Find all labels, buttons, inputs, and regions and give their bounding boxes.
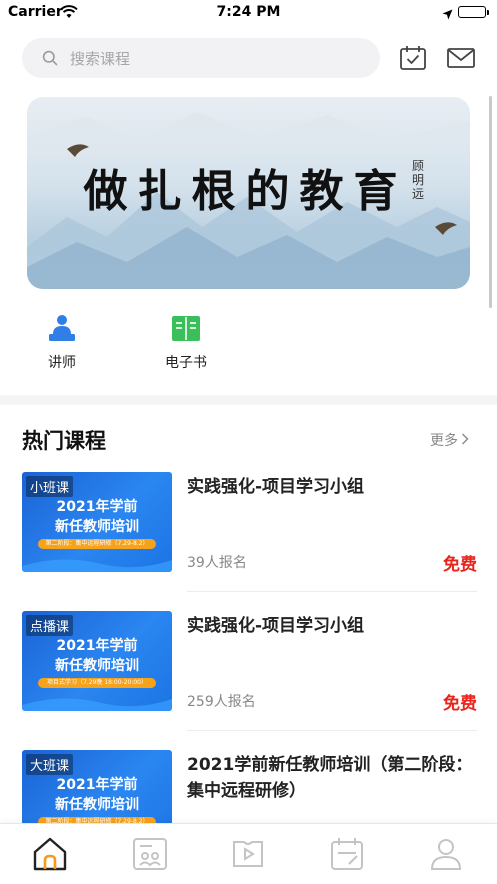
thumb-wave: [22, 559, 172, 572]
lecturer-icon: [46, 312, 78, 344]
battery-icon: [458, 6, 489, 18]
course-title: 实践强化-项目学习小组: [187, 616, 365, 636]
calendar-check-icon[interactable]: [398, 43, 428, 73]
course-card[interactable]: 点播课 2021年学前 新任教师培训 项目式学习（7.29晚 18:00-20:…: [22, 611, 477, 731]
class-icon[interactable]: [130, 834, 170, 874]
banner-carousel[interactable]: 做扎根的教育 顾明远: [27, 97, 470, 289]
quick-entry-lecturer[interactable]: 讲师: [22, 312, 102, 372]
row-divider: [187, 591, 477, 592]
more-label: 更多: [430, 433, 458, 449]
clock: 7:24 PM: [216, 4, 281, 20]
thumb-title-line1: 2021年学前: [56, 638, 138, 654]
quick-entry-ebook[interactable]: 电子书: [146, 312, 226, 372]
chevron-right-icon: [461, 433, 469, 449]
thumb-strip: 第二阶段：集中远程研修（7.29-8.2）: [38, 539, 156, 549]
search-input[interactable]: [68, 38, 372, 80]
thumb-title-line1: 2021年学前: [56, 499, 138, 515]
home-icon[interactable]: [30, 834, 70, 874]
video-icon[interactable]: [228, 834, 268, 874]
course-type-badge: 大班课: [26, 754, 74, 775]
thumb-title-line2: 新任教师培训: [55, 797, 139, 813]
search-icon: [42, 50, 58, 70]
scrollbar[interactable]: [489, 96, 492, 308]
course-type-badge: 小班课: [26, 476, 74, 497]
thumb-strip: 项目式学习（7.29晚 18:00-20:00）: [38, 678, 156, 688]
section-title: 热门课程: [22, 429, 106, 453]
course-title: 2021学前新任教师培训（第二阶段：集中远程研修）: [187, 755, 473, 801]
course-price: 免费: [443, 694, 477, 714]
banner-signature: 顾明远: [412, 159, 425, 201]
enroll-count: 39人报名: [187, 555, 247, 571]
section-divider: [0, 395, 497, 405]
more-link[interactable]: 更多: [430, 430, 469, 450]
schedule-icon[interactable]: [327, 834, 367, 874]
course-type-badge: 点播课: [26, 615, 74, 636]
course-title: 实践强化-项目学习小组: [187, 477, 365, 497]
banner-title: 做扎根的教育: [83, 166, 408, 217]
quick-entry-label: 讲师: [48, 355, 76, 371]
course-thumbnail: 小班课 2021年学前 新任教师培训 第二阶段：集中远程研修（7.29-8.2）: [22, 472, 172, 572]
thumb-wave: [22, 698, 172, 711]
ebook-icon: [170, 312, 202, 344]
thumb-title-line1: 2021年学前: [56, 777, 138, 793]
quick-entry-label: 电子书: [165, 355, 207, 371]
profile-icon[interactable]: [426, 834, 466, 874]
status-bar: Carrier 7:24 PM: [0, 0, 497, 26]
thumb-title-line2: 新任教师培训: [55, 658, 139, 674]
tab-bar: [0, 823, 497, 884]
enroll-count: 259人报名: [187, 694, 256, 710]
course-price: 免费: [443, 555, 477, 575]
location-arrow-icon: [442, 5, 453, 24]
mail-icon[interactable]: [446, 43, 476, 73]
row-divider: [187, 730, 477, 731]
search-bar[interactable]: [22, 38, 380, 80]
course-card[interactable]: 小班课 2021年学前 新任教师培训 第二阶段：集中远程研修（7.29-8.2）…: [22, 472, 477, 592]
course-thumbnail: 点播课 2021年学前 新任教师培训 项目式学习（7.29晚 18:00-20:…: [22, 611, 172, 711]
thumb-title-line2: 新任教师培训: [55, 519, 139, 535]
